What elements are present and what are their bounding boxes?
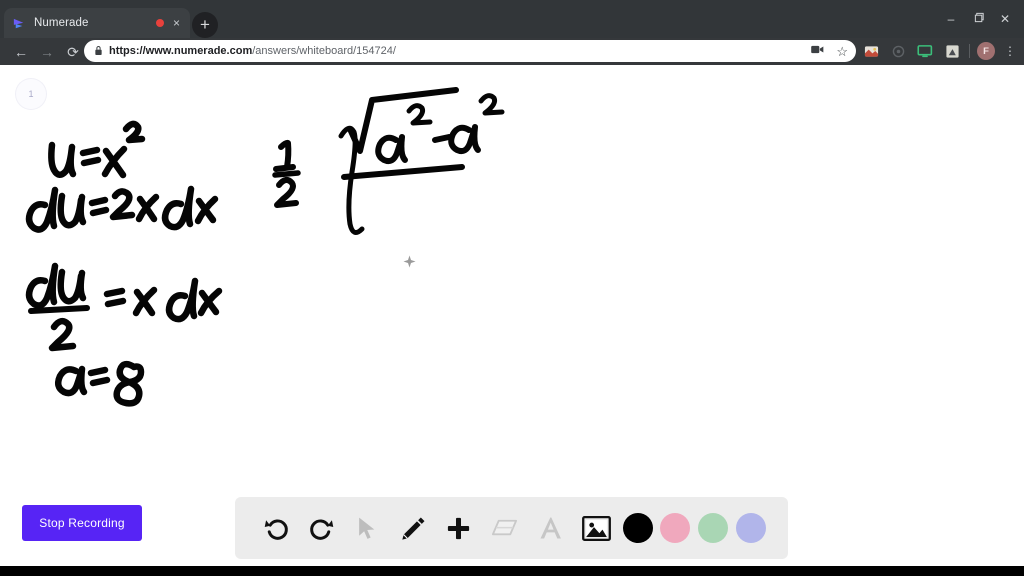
browser-menu-button[interactable]: ⋮ (1002, 45, 1018, 57)
eraser-tool[interactable] (486, 509, 524, 547)
tab-title: Numerade (34, 17, 89, 29)
window-minimize-button[interactable]: – (940, 10, 962, 28)
pencil-tool[interactable] (394, 509, 432, 547)
toolbar-divider (969, 44, 970, 58)
redo-tool[interactable] (303, 509, 341, 547)
bookmark-star-icon[interactable]: ☆ (836, 45, 848, 58)
numerade-play-logo-icon (12, 16, 27, 31)
omnibox-actions: ☆ (811, 45, 848, 58)
extensions-toolbar: F ⋮ (861, 40, 1018, 62)
lock-icon (94, 45, 103, 58)
drawing-toolbar (235, 497, 788, 559)
stop-recording-button[interactable]: Stop Recording (22, 505, 142, 541)
text-tool[interactable] (531, 509, 569, 547)
tab-strip: Numerade × + – ✕ (0, 0, 1024, 38)
color-green[interactable] (698, 513, 729, 543)
color-periwinkle[interactable] (735, 513, 766, 543)
image-tool[interactable] (577, 509, 615, 547)
handwriting-ink (25, 87, 505, 407)
whiteboard-canvas[interactable]: 1 (0, 65, 1024, 566)
page-number-badge[interactable]: 1 (16, 79, 46, 109)
reload-button[interactable]: ⟳ (60, 45, 86, 59)
extension-square-icon[interactable] (942, 41, 962, 61)
select-tool[interactable] (348, 509, 386, 547)
url-path: /answers/whiteboard/154724/ (252, 45, 396, 57)
url-domain: https://www.numerade.com (109, 45, 253, 57)
screen-bottom-bezel (0, 566, 1024, 576)
window-close-button[interactable]: ✕ (994, 10, 1016, 28)
new-tab-button[interactable]: + (192, 12, 218, 38)
color-pink[interactable] (660, 513, 691, 543)
forward-button[interactable]: → (34, 45, 60, 59)
close-icon[interactable]: × (171, 17, 182, 29)
browser-window: Numerade × + – ✕ ← → ⟳ https://www.numer… (0, 0, 1024, 576)
cast-screen-icon[interactable] (915, 41, 935, 61)
back-button[interactable]: ← (8, 45, 34, 59)
recording-dot-icon (155, 19, 164, 27)
extension-circle-icon[interactable] (888, 41, 908, 61)
window-maximize-button[interactable] (968, 10, 990, 28)
undo-tool[interactable] (257, 509, 295, 547)
crosshair-cursor-icon (403, 255, 416, 268)
camera-icon[interactable] (811, 45, 824, 57)
url-text: https://www.numerade.com/answers/whitebo… (109, 45, 805, 57)
color-black[interactable] (622, 513, 653, 543)
extension-colorful-icon[interactable] (861, 41, 881, 61)
address-bar[interactable]: https://www.numerade.com/answers/whitebo… (84, 40, 856, 62)
profile-avatar[interactable]: F (977, 42, 995, 60)
browser-tab-numerade[interactable]: Numerade × (4, 8, 190, 38)
add-tool[interactable] (440, 509, 478, 547)
